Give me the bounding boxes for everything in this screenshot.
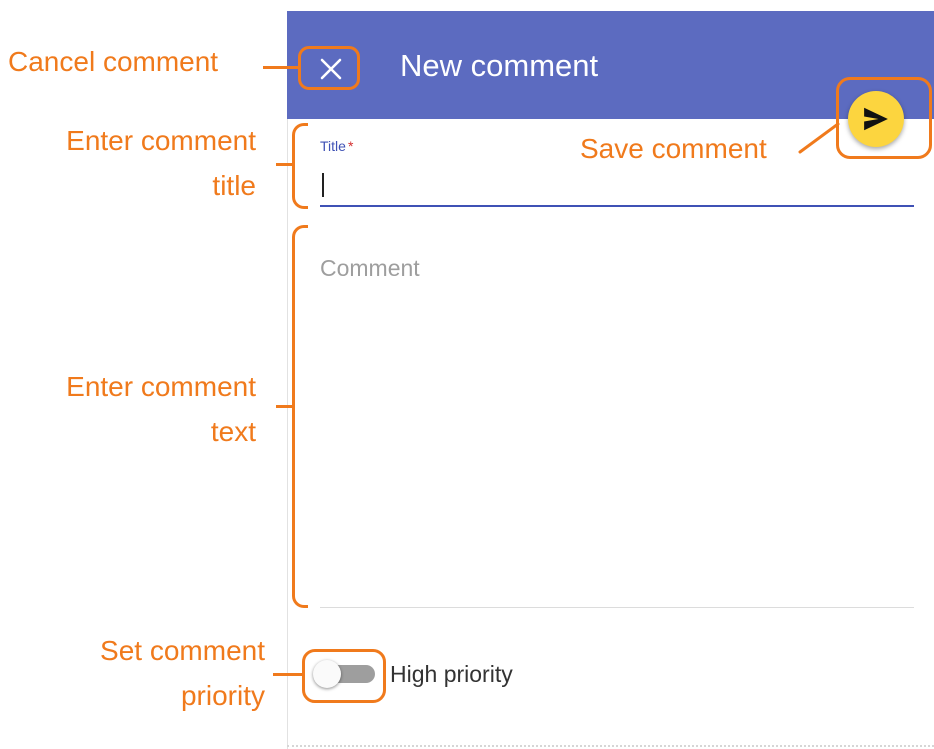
annotation-cancel-connector bbox=[263, 66, 299, 69]
annotation-cancel-comment: Cancel comment bbox=[8, 46, 219, 77]
annotation-text-bracket bbox=[292, 225, 308, 608]
title-input[interactable] bbox=[320, 165, 914, 207]
annotation-priority-line1: Set comment bbox=[100, 635, 265, 666]
annotation-save-comment: Save comment bbox=[580, 133, 767, 164]
annotation-cancel-highlight bbox=[298, 46, 360, 90]
annotation-text-connector bbox=[276, 405, 293, 408]
annotation-title-connector bbox=[276, 163, 293, 166]
text-caret bbox=[322, 173, 324, 197]
annotation-save-highlight bbox=[836, 77, 932, 159]
annotation-priority-highlight bbox=[302, 649, 386, 703]
annotation-title-bracket bbox=[292, 123, 308, 209]
dialog-title: New comment bbox=[400, 48, 599, 83]
annotation-text-line1: Enter comment bbox=[66, 371, 256, 402]
annotation-title-line2: title bbox=[212, 170, 256, 201]
comment-textarea[interactable] bbox=[320, 255, 914, 608]
title-field-label: Title * bbox=[320, 138, 353, 154]
annotation-title-line1: Enter comment bbox=[66, 125, 256, 156]
annotation-priority-line2: priority bbox=[180, 680, 265, 711]
required-marker: * bbox=[347, 138, 354, 154]
panel-bottom-edge bbox=[287, 745, 934, 747]
annotation-priority-connector bbox=[273, 673, 303, 676]
title-label-text: Title bbox=[320, 138, 346, 154]
high-priority-label: High priority bbox=[390, 661, 513, 687]
annotation-text-line2: text bbox=[210, 416, 256, 447]
